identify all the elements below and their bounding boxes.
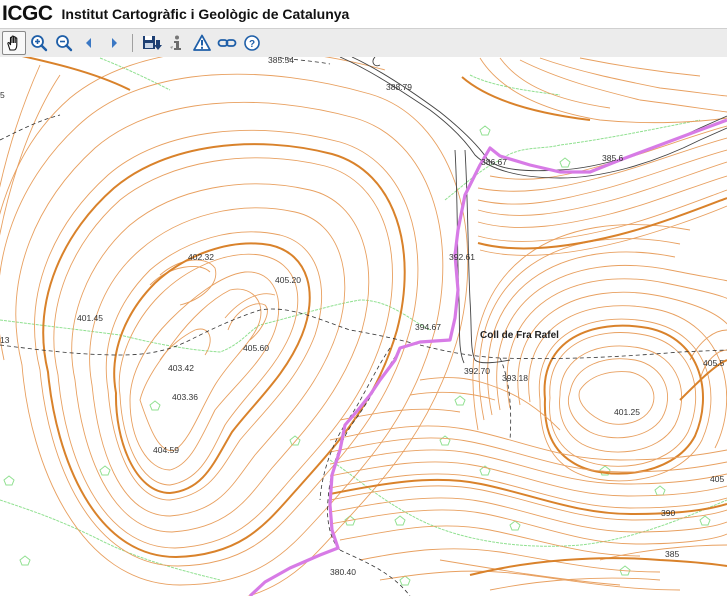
elevation-label: 403.36	[172, 392, 198, 402]
index-contours-east	[461, 76, 727, 475]
elevation-label: 385.54	[268, 57, 294, 65]
app-header: ICGC Institut Cartogràfic i Geològic de …	[0, 0, 727, 28]
elevation-label: 388.79	[386, 82, 412, 92]
dashed-paths	[0, 57, 727, 596]
info-button[interactable]	[165, 31, 189, 55]
place-label: Coll de Fra Rafel	[480, 330, 559, 341]
svg-text:?: ?	[249, 39, 255, 50]
elevation-label: 402.32	[188, 252, 214, 262]
zoom-in-icon	[31, 35, 48, 52]
info-icon	[170, 35, 181, 50]
elevation-label: 13	[0, 335, 10, 345]
tree-symbols	[3, 125, 711, 586]
elevation-label: 401.25	[614, 407, 640, 417]
topographic-map[interactable]: Coll de Fra Rafel 385.54 388.79 386.67 3…	[0, 57, 727, 596]
elevation-label: 393.18	[502, 373, 528, 383]
elevation-label: 392.70	[464, 366, 490, 376]
help-icon: ?	[244, 35, 260, 51]
index-contours	[21, 57, 406, 559]
elevation-label: 404.59	[153, 445, 179, 455]
elevation-label: 405.60	[243, 343, 269, 353]
pan-tool-button[interactable]	[2, 31, 26, 55]
elevation-label: 385.6	[602, 153, 624, 163]
forward-button[interactable]	[102, 31, 126, 55]
elevation-label: 405.5	[703, 358, 725, 368]
contour-lines-east	[472, 57, 727, 482]
link-button[interactable]	[215, 31, 239, 55]
back-button[interactable]	[77, 31, 101, 55]
index-contours-south	[329, 478, 727, 576]
elevation-label: 390	[661, 508, 675, 518]
map-canvas[interactable]: Coll de Fra Rafel 385.54 388.79 386.67 3…	[0, 57, 727, 596]
zoom-out-icon	[56, 35, 73, 52]
map-toolbar: ?	[0, 28, 727, 58]
elevation-label: 385	[665, 549, 679, 559]
elevation-labels: 385.54 388.79 386.67 385.6 392.61 402.32…	[0, 57, 725, 577]
elevation-label: 386.67	[481, 157, 507, 167]
elevation-label: 405	[710, 474, 724, 484]
elevation-label: 5	[0, 90, 5, 100]
elevation-label: 405.20	[275, 275, 301, 285]
toolbar-separator	[132, 34, 133, 52]
elevation-label: 394.67	[415, 322, 441, 332]
app-title: Institut Cartogràfic i Geològic de Catal…	[61, 6, 350, 22]
elevation-label: 401.45	[77, 313, 103, 323]
warning-icon	[193, 34, 211, 51]
zoom-in-button[interactable]	[27, 31, 51, 55]
icgc-logo: ICGC	[2, 2, 53, 25]
forward-arrow-icon	[112, 38, 117, 48]
zoom-out-button[interactable]	[52, 31, 76, 55]
save-button[interactable]	[140, 31, 164, 55]
help-button[interactable]: ?	[240, 31, 264, 55]
save-download-icon	[143, 36, 162, 50]
back-arrow-icon	[86, 38, 91, 48]
elevation-label: 392.61	[449, 252, 475, 262]
pan-hand-icon	[7, 35, 18, 51]
elevation-label: 380.40	[330, 567, 356, 577]
warning-button[interactable]	[190, 31, 214, 55]
elevation-label: 403.42	[168, 363, 194, 373]
road-lines	[339, 57, 727, 364]
link-icon	[217, 39, 237, 47]
